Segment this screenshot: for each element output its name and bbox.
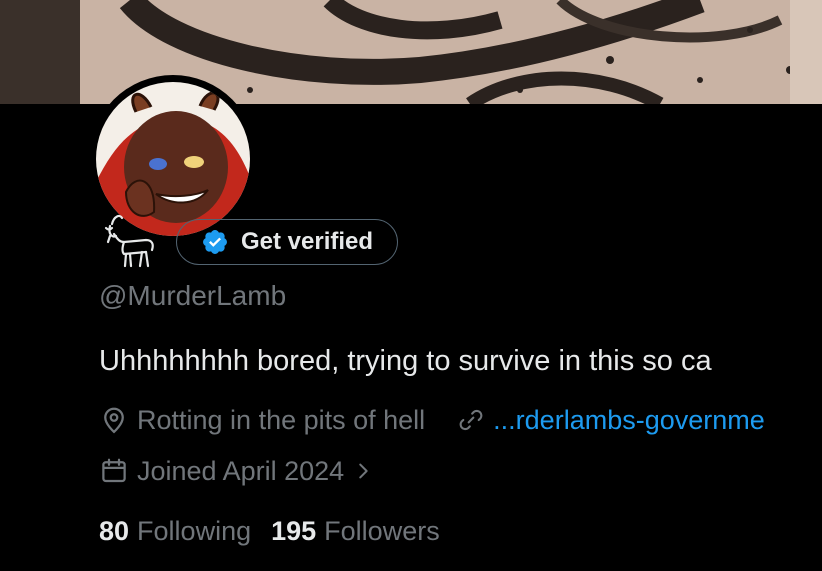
joined-text: Joined April 2024 bbox=[137, 455, 345, 486]
calendar-icon bbox=[102, 458, 126, 483]
profile-meta-row: Rotting in the pits of hell ...rderlambs… bbox=[99, 402, 765, 438]
followers-label: Followers bbox=[324, 515, 440, 546]
banner-artwork bbox=[0, 0, 822, 104]
followers-count: 195 bbox=[271, 515, 317, 546]
link-icon bbox=[459, 409, 483, 431]
joined-date[interactable]: Joined April 2024 bbox=[99, 453, 374, 489]
location-text: Rotting in the pits of hell bbox=[137, 404, 426, 435]
profile-banner[interactable] bbox=[0, 0, 822, 104]
user-bio: Uhhhhhhhh bored, trying to survive in th… bbox=[99, 345, 712, 377]
followers-link[interactable]: 195 Followers bbox=[271, 516, 440, 547]
website-link[interactable]: ...rderlambs-governme bbox=[493, 405, 765, 436]
follow-stats: 80 Following 195 Followers bbox=[99, 513, 440, 549]
following-link[interactable]: 80 Following bbox=[99, 516, 251, 547]
location-pin-icon bbox=[104, 407, 124, 434]
profile-section bbox=[0, 75, 822, 571]
goat-icon bbox=[104, 214, 154, 268]
get-verified-button[interactable]: Get verified bbox=[176, 219, 399, 265]
chevron-right-icon bbox=[359, 463, 368, 479]
verified-badge-icon bbox=[203, 230, 227, 254]
user-handle: @MurderLamb bbox=[99, 280, 287, 311]
name-row: Get verified bbox=[98, 214, 399, 270]
get-verified-label: Get verified bbox=[241, 228, 374, 255]
following-count: 80 bbox=[99, 515, 130, 546]
following-label: Following bbox=[137, 515, 252, 546]
